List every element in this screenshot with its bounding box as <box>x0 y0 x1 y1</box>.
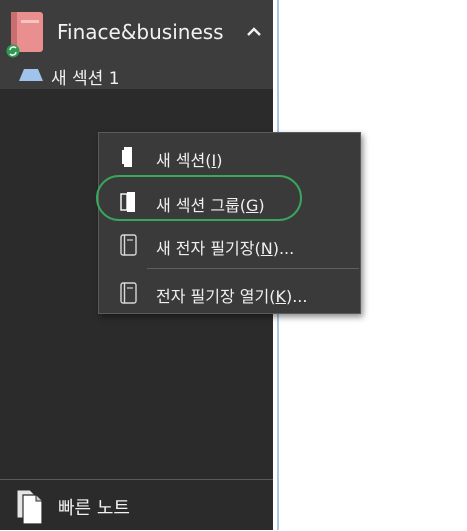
menu-item-suffix: )... <box>285 287 308 306</box>
notebook-item[interactable]: Finace&business 새 섹션 1 <box>0 0 273 89</box>
menu-separator <box>147 268 359 269</box>
menu-item-mnemonic: G <box>246 196 259 215</box>
menu-item-label: 새 전자 필기장( <box>156 239 261 258</box>
quick-notes-icon <box>16 489 43 525</box>
menu-item-suffix: )... <box>272 239 295 258</box>
menu-item-new-section-group[interactable]: 새 섹션 그룹(G) <box>99 182 360 222</box>
menu-item-suffix: ) <box>258 196 265 215</box>
context-menu: 새 섹션(I) 새 섹션 그룹(G) 새 전자 필기장(N)... 전자 필기장… <box>98 132 361 314</box>
menu-item-new-section[interactable]: 새 섹션(I) <box>99 137 360 177</box>
quick-notes-button[interactable]: 빠른 노트 <box>0 479 273 531</box>
notebook-icon <box>6 12 43 58</box>
section-tab-icon <box>19 69 43 81</box>
section-icon <box>122 147 132 167</box>
quick-notes-label: 빠른 노트 <box>58 498 130 519</box>
notebook-title: Finace&business <box>57 20 224 44</box>
menu-item-new-notebook[interactable]: 새 전자 필기장(N)... <box>99 225 360 265</box>
chevron-up-icon[interactable] <box>244 24 264 40</box>
menu-item-open-notebook[interactable]: 전자 필기장 열기(K)... <box>99 273 360 313</box>
section-label: 새 섹션 1 <box>51 69 120 89</box>
section-item[interactable]: 새 섹션 1 <box>0 60 273 89</box>
section-group-icon <box>120 192 135 212</box>
menu-item-mnemonic: K <box>275 287 286 306</box>
menu-item-label: 새 섹션 그룹( <box>156 196 247 215</box>
new-notebook-icon <box>120 234 137 256</box>
menu-item-label: 전자 필기장 열기( <box>156 287 276 306</box>
menu-item-suffix: ) <box>216 151 223 170</box>
open-notebook-icon <box>120 282 137 304</box>
menu-item-label: 새 섹션( <box>156 151 212 170</box>
menu-item-mnemonic: N <box>260 239 273 258</box>
